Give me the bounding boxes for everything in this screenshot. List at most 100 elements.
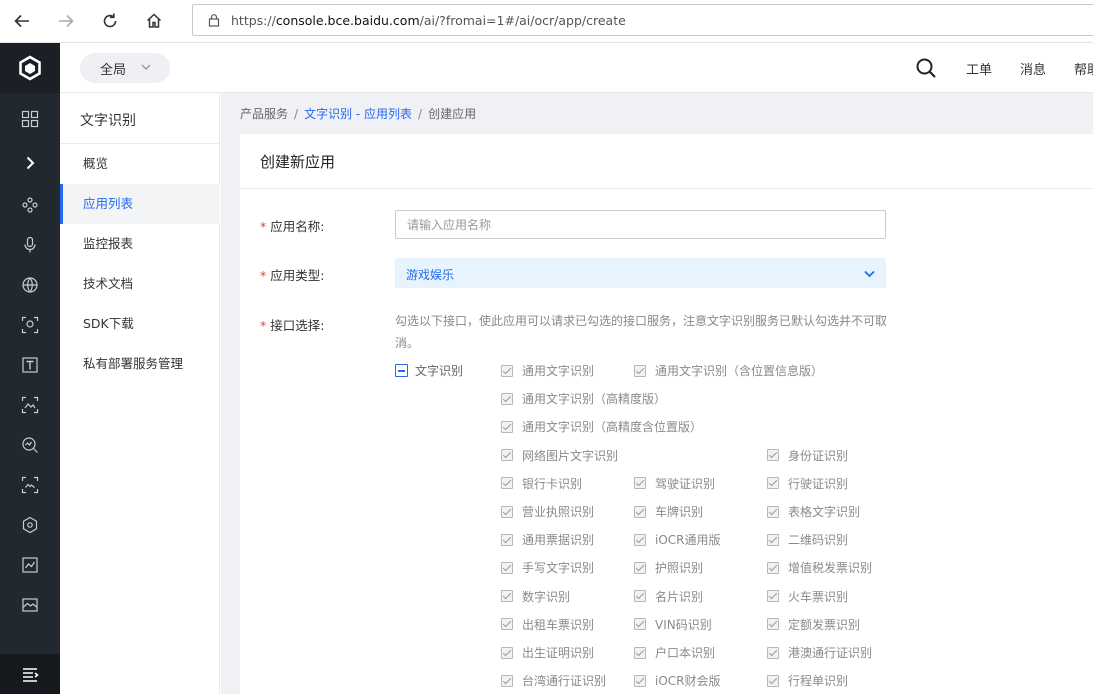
app-name-input[interactable]: [395, 210, 886, 239]
api-checkbox-label: 表格文字识别: [788, 505, 861, 519]
api-checkbox[interactable]: 台湾通行证识别: [501, 672, 606, 689]
address-bar[interactable]: https://console.bce.baidu.com/ai/?fromai…: [192, 4, 1093, 36]
api-checkbox[interactable]: 驾驶证识别: [634, 475, 715, 492]
ocr-group-label: 文字识别: [415, 364, 464, 378]
ticket-link[interactable]: 工单: [966, 59, 992, 78]
rail-nodes[interactable]: [0, 185, 60, 225]
api-checkbox[interactable]: 通用文字识别（高精度版）: [501, 390, 666, 407]
create-app-panel: 创建新应用 *应用名称: *应用类型: 游戏娱乐 *接口选择: 勾选以下接口，使…: [240, 134, 1093, 694]
checked-box-icon: [634, 561, 646, 574]
help-link[interactable]: 帮助: [1074, 59, 1093, 78]
checked-box-icon: [501, 392, 513, 405]
api-checkbox[interactable]: 营业执照识别: [501, 503, 594, 520]
checked-box-icon: [501, 364, 513, 377]
rail-scene[interactable]: [0, 465, 60, 505]
rail-face[interactable]: [0, 305, 60, 345]
sidebar-item-app-list[interactable]: 应用列表: [60, 184, 220, 224]
rail-cube[interactable]: [0, 505, 60, 545]
checked-box-icon: [767, 477, 779, 490]
api-checkbox-label: 行程单识别: [788, 674, 849, 689]
api-checkbox[interactable]: iOCR财会版: [634, 672, 721, 689]
sidebar-item-private-deploy[interactable]: 私有部署服务管理: [60, 344, 220, 384]
api-checkbox[interactable]: 户口本识别: [634, 644, 715, 661]
api-checkbox[interactable]: 港澳通行证识别: [767, 644, 872, 661]
rail-globe[interactable]: [0, 265, 60, 305]
api-checkbox[interactable]: 名片识别: [634, 588, 703, 605]
checked-box-icon: [634, 505, 646, 518]
rail-landscape[interactable]: [0, 585, 60, 625]
scope-select[interactable]: 全局: [80, 53, 170, 83]
rail-text[interactable]: [0, 345, 60, 385]
checked-box-icon: [501, 420, 513, 433]
api-checkbox[interactable]: 护照识别: [634, 559, 703, 576]
api-select-label: * 接口选择:: [260, 315, 324, 334]
breadcrumb-app-list-link[interactable]: 文字识别 - 应用列表: [304, 107, 412, 121]
rail-collapse[interactable]: [0, 654, 60, 694]
rail-speech[interactable]: [0, 225, 60, 265]
messages-link[interactable]: 消息: [1020, 59, 1046, 78]
api-checkbox[interactable]: iOCR通用版: [634, 531, 721, 548]
browser-toolbar: https://console.bce.baidu.com/ai/?fromai…: [0, 0, 1093, 43]
api-checkbox[interactable]: 行程单识别: [767, 672, 848, 689]
api-checkbox[interactable]: 表格文字识别: [767, 503, 860, 520]
reload-button[interactable]: [95, 7, 125, 35]
ocr-group-toggle[interactable]: 文字识别: [395, 362, 463, 379]
api-checkbox[interactable]: 出生证明识别: [501, 644, 594, 661]
sidebar-item-monitoring[interactable]: 监控报表: [60, 224, 220, 264]
app-type-label-text: 应用类型:: [270, 268, 325, 283]
checked-box-icon: [767, 505, 779, 518]
api-checkbox[interactable]: 通用文字识别（含位置信息版）: [634, 362, 823, 379]
api-checkbox[interactable]: 通用文字识别: [501, 362, 594, 379]
chevron-down-icon: [864, 270, 875, 278]
lock-icon: [208, 14, 220, 27]
sidebar-item-overview[interactable]: 概览: [60, 144, 220, 184]
sidebar-title: 文字识别: [80, 113, 136, 129]
api-checkbox-label: 港澳通行证识别: [788, 646, 873, 660]
checked-box-icon: [767, 561, 779, 574]
scene-scan-icon: [21, 476, 39, 494]
logo[interactable]: [0, 43, 60, 93]
api-checkbox[interactable]: 车牌识别: [634, 503, 703, 520]
api-checkbox[interactable]: 身份证识别: [767, 447, 848, 464]
api-checkbox[interactable]: 增值税发票识别: [767, 559, 872, 576]
rail-expand[interactable]: [0, 143, 60, 183]
api-checkbox-label: 出租车票识别: [522, 617, 595, 632]
api-select-label-text: 接口选择:: [270, 318, 325, 333]
api-checkbox-label: 营业执照识别: [522, 505, 595, 519]
app-type-label: * 应用类型:: [260, 265, 324, 284]
checked-box-icon: [767, 674, 779, 687]
rail-chart[interactable]: [0, 545, 60, 585]
api-checkbox[interactable]: 通用票据识别: [501, 531, 594, 548]
checked-box-icon: [501, 646, 513, 659]
api-checkbox[interactable]: 银行卡识别: [501, 475, 582, 492]
required-mark: *: [260, 268, 267, 283]
checked-box-icon: [501, 561, 513, 574]
api-checkbox[interactable]: 行驶证识别: [767, 475, 848, 492]
required-mark: *: [260, 318, 267, 333]
checked-box-icon: [634, 477, 646, 490]
rail-grid[interactable]: [0, 99, 60, 139]
api-checkbox[interactable]: 出租车票识别: [501, 616, 594, 633]
api-checkbox[interactable]: 火车票识别: [767, 588, 848, 605]
api-checkbox[interactable]: 通用文字识别（高精度含位置版）: [501, 418, 702, 435]
app-type-select[interactable]: 游戏娱乐: [395, 258, 886, 288]
sidebar-item-sdk[interactable]: SDK下载: [60, 304, 220, 344]
breadcrumb-root[interactable]: 产品服务: [240, 107, 288, 121]
forward-button[interactable]: [51, 7, 81, 35]
checked-box-icon: [634, 364, 646, 377]
api-checkbox[interactable]: 数字识别: [501, 588, 570, 605]
api-checkbox[interactable]: 手写文字识别: [501, 559, 594, 576]
rail-image[interactable]: [0, 385, 60, 425]
api-checkbox[interactable]: 定额发票识别: [767, 616, 860, 633]
sidebar-item-docs[interactable]: 技术文档: [60, 264, 220, 304]
back-button[interactable]: [7, 7, 37, 35]
checked-box-icon: [501, 505, 513, 518]
rail-vision[interactable]: [0, 425, 60, 465]
api-checkbox[interactable]: VIN码识别: [634, 616, 712, 633]
home-button[interactable]: [139, 7, 169, 35]
api-checkbox-label: 台湾通行证识别: [522, 674, 607, 689]
search-icon[interactable]: [915, 57, 937, 79]
api-checkbox[interactable]: 网络图片文字识别: [501, 447, 618, 464]
api-checkbox[interactable]: 二维码识别: [767, 531, 848, 548]
api-checkbox-label: 驾驶证识别: [655, 476, 716, 491]
